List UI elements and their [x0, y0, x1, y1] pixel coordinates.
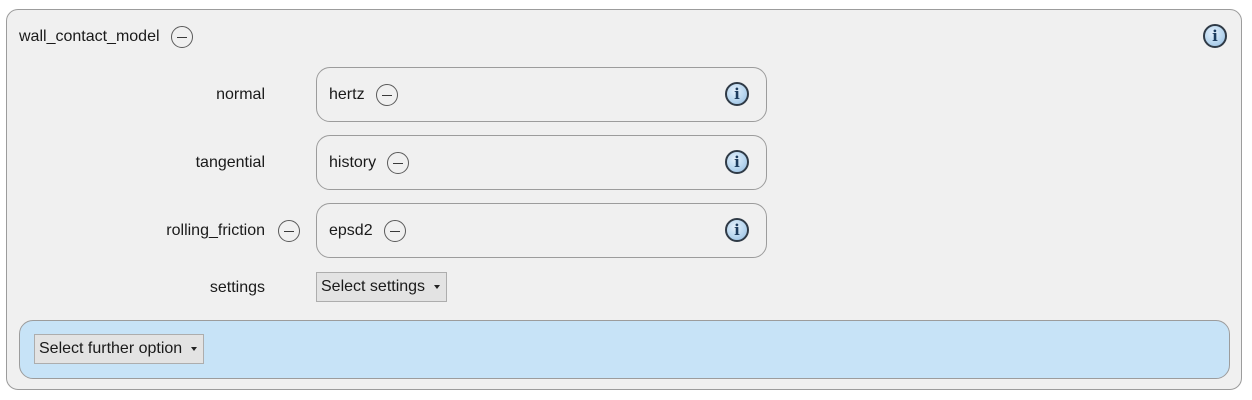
select-settings-dropdown[interactable]: Select settings [316, 272, 448, 302]
tangential-value-row: history [329, 151, 410, 175]
remove-rolling-friction-minus-icon[interactable] [278, 220, 300, 242]
panel-title: wall_contact_model [19, 28, 160, 45]
normal-info-icon[interactable] [725, 82, 749, 106]
remove-normal-minus-icon[interactable] [375, 84, 398, 106]
rolling-friction-value: epsd2 [329, 222, 373, 239]
normal-value: hertz [329, 86, 365, 103]
normal-label: normal [216, 86, 265, 103]
rolling-friction-model-panel: epsd2 [316, 203, 767, 258]
select-settings-text: Select settings [321, 278, 426, 295]
caret-down-icon [434, 285, 441, 289]
wall-contact-model-info-icon[interactable] [1203, 24, 1227, 48]
further-options-panel: Select further option [19, 320, 1230, 379]
caret-down-icon [191, 347, 198, 351]
tangential-value: history [329, 154, 377, 171]
remove-wall-contact-model-minus-icon[interactable] [170, 26, 193, 48]
remove-tangential-minus-icon[interactable] [387, 152, 410, 174]
normal-value-row: hertz [329, 83, 398, 107]
select-further-option-dropdown[interactable]: Select further option [34, 334, 205, 364]
rolling-friction-info-icon[interactable] [725, 218, 749, 242]
tangential-info-icon[interactable] [725, 150, 749, 174]
select-further-option-text: Select further option [39, 340, 183, 357]
tangential-model-panel: history [316, 135, 767, 190]
tangential-label: tangential [195, 154, 265, 171]
remove-epsd2-minus-icon[interactable] [383, 220, 406, 242]
wall-contact-model-panel: wall_contact_model normal hertz tangenti… [6, 9, 1242, 390]
settings-label: settings [209, 279, 265, 296]
panel-header: wall_contact_model [19, 24, 193, 50]
rolling-friction-label: rolling_friction [166, 222, 265, 239]
rolling-friction-value-row: epsd2 [329, 219, 406, 243]
normal-model-panel: hertz [316, 67, 767, 122]
